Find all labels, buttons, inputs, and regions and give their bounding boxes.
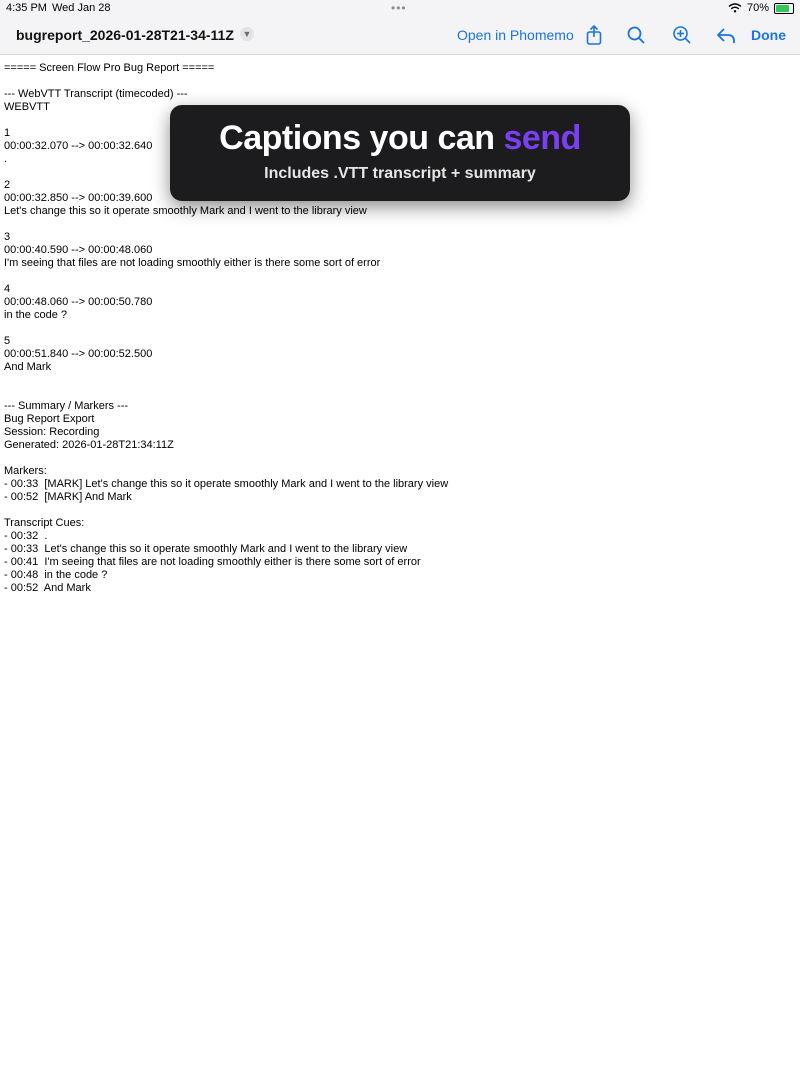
done-button[interactable]: Done	[751, 27, 786, 43]
document-line: I'm seeing that files are not loading sm…	[4, 257, 381, 269]
overlay-headline: Captions you can send	[170, 119, 630, 158]
battery-icon	[774, 2, 794, 14]
document-line: in the code ?	[4, 309, 67, 321]
document-line: ===== Screen Flow Pro Bug Report =====	[4, 62, 215, 74]
share-icon[interactable]	[583, 24, 605, 46]
document-line: - 00:52 And Mark	[4, 582, 91, 594]
document-line: 4	[4, 283, 11, 295]
status-time: 4:35 PM	[6, 2, 47, 14]
document-title[interactable]: bugreport_2026-01-28T21-34-11Z	[16, 27, 234, 43]
reply-icon[interactable]	[715, 24, 737, 46]
document-line: 5	[4, 335, 11, 347]
document-line: Let's change this so it operate smoothly…	[4, 205, 367, 217]
document-line: 00:00:40.590 --> 00:00:48.060	[4, 244, 153, 256]
document-line: --- WebVTT Transcript (timecoded) ---	[4, 88, 188, 100]
document-line: Markers:	[4, 465, 47, 477]
document-line: - 00:41 I'm seeing that files are not lo…	[4, 556, 421, 568]
battery-percent: 70%	[746, 2, 769, 14]
wifi-icon	[728, 3, 742, 13]
zoom-in-icon[interactable]	[671, 24, 693, 46]
promo-overlay: Captions you can send Includes .VTT tran…	[170, 105, 630, 201]
document-line: 00:00:48.060 --> 00:00:50.780	[4, 296, 153, 308]
document-line: 3	[4, 231, 11, 243]
search-icon[interactable]	[625, 24, 647, 46]
overlay-headline-prefix: Captions you can	[219, 119, 504, 157]
document-line: - 00:48 in the code ?	[4, 569, 108, 581]
multitasking-dots-icon[interactable]: •••	[391, 1, 407, 15]
status-date: Wed Jan 28	[52, 2, 111, 14]
document-line: Generated: 2026-01-28T21:34:11Z	[4, 439, 174, 451]
document-line: Session: Recording	[4, 426, 100, 438]
document-line: --- Summary / Markers ---	[4, 400, 129, 412]
document-line: Transcript Cues:	[4, 517, 85, 529]
document-toolbar: bugreport_2026-01-28T21-34-11Z ▼ Open in…	[0, 16, 800, 55]
open-in-phomemo-button[interactable]: Open in Phomemo	[457, 27, 574, 43]
document-line: Bug Report Export	[4, 413, 95, 425]
document-line: - 00:33 Let's change this so it operate …	[4, 543, 408, 555]
status-bar: 4:35 PM Wed Jan 28 ••• 70%	[0, 0, 800, 16]
overlay-headline-accent: send	[503, 119, 581, 157]
document-line: - 00:32 .	[4, 530, 48, 542]
document-line: - 00:33 [MARK] Let's change this so it o…	[4, 478, 449, 490]
chevron-down-icon[interactable]: ▼	[240, 27, 254, 41]
document-line: - 00:52 [MARK] And Mark	[4, 491, 132, 503]
status-right: 70%	[728, 2, 794, 14]
overlay-subtitle: Includes .VTT transcript + summary	[264, 165, 536, 182]
document-line: 00:00:51.840 --> 00:00:52.500	[4, 348, 153, 360]
document-line: And Mark	[4, 361, 52, 373]
